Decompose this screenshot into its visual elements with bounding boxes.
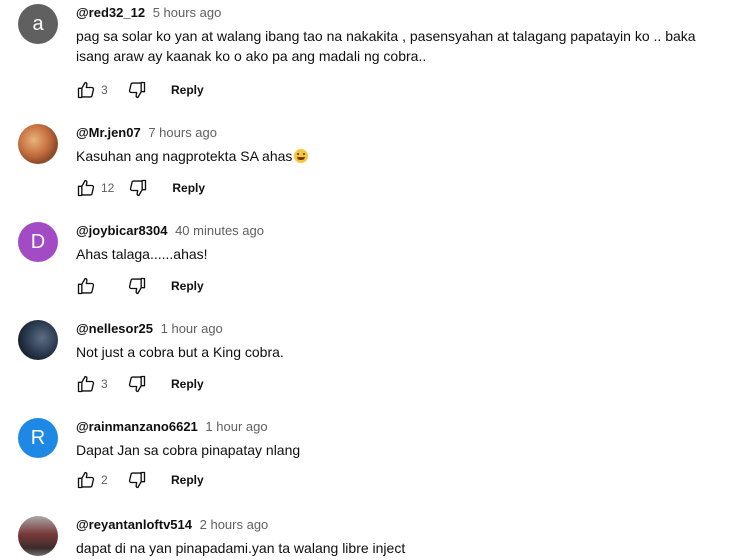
comment-actions: Reply: [74, 274, 204, 298]
thumbs-down-icon[interactable]: [125, 78, 149, 102]
comment-header: @rainmanzano6621 1 hour ago: [76, 419, 268, 434]
thumbs-up-icon[interactable]: [74, 468, 98, 492]
reply-button[interactable]: Reply: [171, 473, 204, 487]
author-handle[interactable]: @rainmanzano6621: [76, 419, 198, 434]
thumbs-up-icon[interactable]: [74, 274, 98, 298]
avatar[interactable]: [18, 320, 58, 360]
thumbs-down-icon[interactable]: [125, 274, 149, 298]
laughing-face-icon: [294, 149, 309, 163]
reply-button[interactable]: Reply: [171, 279, 204, 293]
comment-actions: 3 Reply: [74, 78, 204, 102]
like-count: 3: [101, 377, 108, 391]
thumbs-up-icon[interactable]: [74, 372, 98, 396]
comment-item: D @joybicar8304 40 minutes ago Ahas tala…: [0, 218, 750, 316]
comment-header: @joybicar8304 40 minutes ago: [76, 223, 264, 238]
comment-header: @nellesor25 1 hour ago: [76, 321, 223, 336]
comment-text: Dapat Jan sa cobra pinapatay nlang: [76, 442, 301, 458]
author-handle[interactable]: @joybicar8304: [76, 223, 167, 238]
comment-actions: 3 Reply: [74, 372, 204, 396]
avatar[interactable]: D: [18, 222, 58, 262]
thumbs-down-icon[interactable]: [126, 176, 150, 200]
author-handle[interactable]: @red32_12: [76, 5, 145, 20]
avatar[interactable]: R: [18, 418, 58, 458]
avatar-letter: D: [30, 230, 46, 253]
timestamp[interactable]: 40 minutes ago: [175, 223, 264, 238]
timestamp[interactable]: 1 hour ago: [161, 321, 223, 336]
timestamp[interactable]: 2 hours ago: [200, 517, 269, 532]
thumbs-up-icon[interactable]: [74, 176, 98, 200]
comment-text: Kasuhan ang nagprotekta SA ahas: [76, 146, 716, 166]
like-count: 3: [101, 83, 108, 97]
reply-button[interactable]: Reply: [172, 181, 205, 195]
comment-actions: 12 Reply: [74, 176, 205, 200]
timestamp[interactable]: 5 hours ago: [153, 5, 222, 20]
like-count: 2: [101, 473, 108, 487]
avatar-letter: a: [32, 12, 44, 35]
comment-item: @reyantanloftv514 2 hours ago dapat di n…: [0, 512, 750, 560]
comment-header: @reyantanloftv514 2 hours ago: [76, 517, 268, 532]
avatar[interactable]: [18, 124, 58, 164]
comment-header: @Mr.jen07 7 hours ago: [76, 125, 217, 140]
avatar-letter: R: [30, 426, 46, 449]
avatar[interactable]: [18, 516, 58, 556]
thumbs-up-icon[interactable]: [74, 78, 98, 102]
reply-button[interactable]: Reply: [171, 377, 204, 391]
author-handle[interactable]: @reyantanloftv514: [76, 517, 192, 532]
thumbs-down-icon[interactable]: [125, 468, 149, 492]
author-handle[interactable]: @nellesor25: [76, 321, 153, 336]
comment-text: Not just a cobra but a King cobra.: [76, 344, 284, 360]
comment-actions: 2 Reply: [74, 468, 204, 492]
timestamp[interactable]: 1 hour ago: [205, 419, 267, 434]
thumbs-down-icon[interactable]: [125, 372, 149, 396]
comment-text-body: Kasuhan ang nagprotekta SA ahas: [76, 148, 293, 164]
comment-item: a @red32_12 5 hours ago pag sa solar ko …: [0, 0, 750, 99]
comment-text: pag sa solar ko yan at walang ibang tao …: [76, 28, 696, 64]
like-count: 12: [101, 181, 115, 195]
comment-item: @Mr.jen07 7 hours ago Kasuhan ang nagpro…: [0, 120, 750, 218]
comment-text: Ahas talaga......ahas!: [76, 246, 208, 262]
comment-header: @red32_12 5 hours ago: [76, 5, 221, 20]
timestamp[interactable]: 7 hours ago: [148, 125, 217, 140]
author-handle[interactable]: @Mr.jen07: [76, 125, 141, 140]
comment-item: R @rainmanzano6621 1 hour ago Dapat Jan …: [0, 414, 750, 512]
comment-text: dapat di na yan pinapadami.yan ta walang…: [76, 540, 406, 556]
reply-button[interactable]: Reply: [171, 83, 204, 97]
comment-item: @nellesor25 1 hour ago Not just a cobra …: [0, 316, 750, 414]
avatar[interactable]: a: [18, 4, 58, 44]
